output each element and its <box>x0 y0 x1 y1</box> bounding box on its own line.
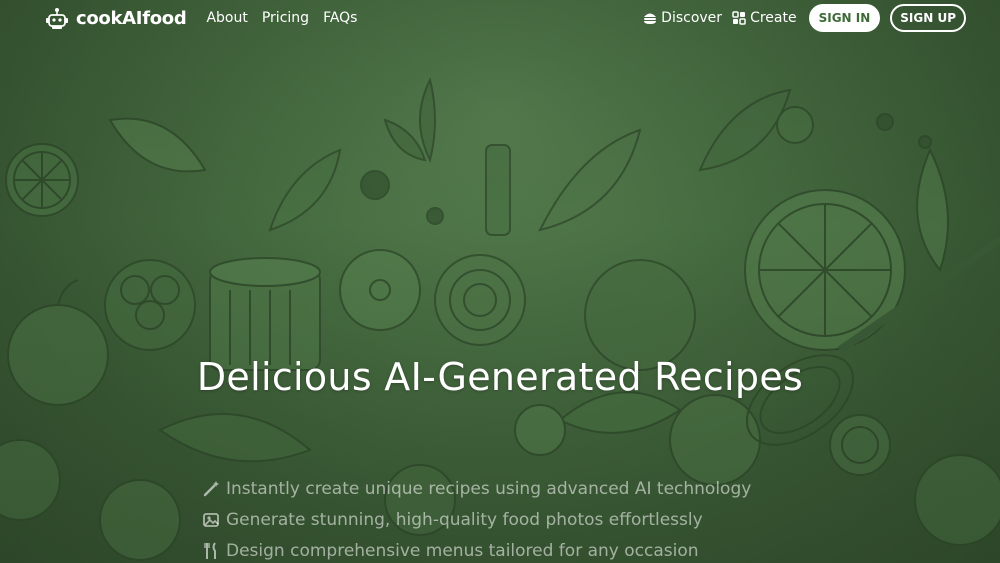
nav-link-faqs[interactable]: FAQs <box>323 10 357 26</box>
top-navbar: cookAIfood About Pricing FAQs Discover C… <box>0 0 1000 36</box>
nav-left-links: About Pricing FAQs <box>206 10 357 26</box>
feature-item: Generate stunning, high-quality food pho… <box>202 509 802 531</box>
hero-title: Delicious AI-Generated Recipes <box>196 355 804 399</box>
nav-link-discover[interactable]: Discover <box>643 10 722 26</box>
feature-text: Design comprehensive menus tailored for … <box>226 541 699 561</box>
discover-label: Discover <box>661 10 723 26</box>
nav-link-pricing[interactable]: Pricing <box>262 10 309 26</box>
utensils-icon <box>204 542 216 559</box>
feature-item: Instantly create unique recipes using ad… <box>202 478 802 500</box>
feature-item: Design comprehensive menus tailored for … <box>202 540 802 562</box>
feature-list: Instantly create unique recipes using ad… <box>202 478 802 562</box>
brand-logo[interactable]: cookAIfood <box>44 5 187 31</box>
create-icon <box>732 11 746 25</box>
nav-right-actions: Discover Create SIGN IN SIGN UP <box>643 4 966 32</box>
image-icon <box>203 513 219 527</box>
nav-link-create[interactable]: Create <box>732 10 797 26</box>
chef-robot-icon <box>46 8 68 29</box>
burger-icon <box>644 13 657 24</box>
sign-in-button[interactable]: SIGN IN <box>808 4 881 32</box>
magic-wand-icon <box>203 481 219 497</box>
feature-text: Instantly create unique recipes using ad… <box>226 479 752 499</box>
sign-up-button[interactable]: SIGN UP <box>890 4 966 32</box>
feature-text: Generate stunning, high-quality food pho… <box>226 510 703 530</box>
nav-link-about[interactable]: About <box>206 10 247 26</box>
create-label: Create <box>750 10 797 26</box>
brand-name: cookAIfood <box>76 7 187 29</box>
